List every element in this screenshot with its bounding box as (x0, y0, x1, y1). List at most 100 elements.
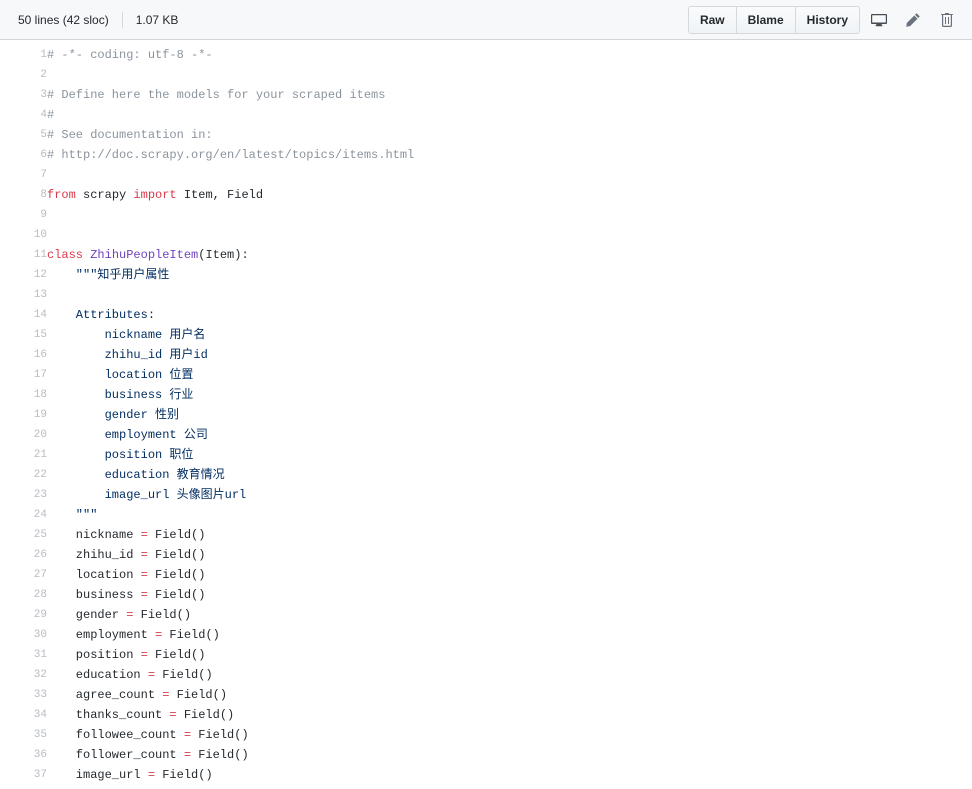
code-line-content[interactable] (47, 285, 972, 305)
line-number[interactable]: 36 (0, 745, 47, 765)
code-line: 30 employment = Field() (0, 625, 972, 645)
line-number[interactable]: 34 (0, 705, 47, 725)
line-number[interactable]: 3 (0, 85, 47, 105)
code-line-content[interactable]: # (47, 105, 972, 125)
line-number[interactable]: 22 (0, 465, 47, 485)
code-line-content[interactable]: gender 性别 (47, 405, 972, 425)
code-line-content[interactable]: # http://doc.scrapy.org/en/latest/topics… (47, 145, 972, 165)
code-line-content[interactable]: location = Field() (47, 565, 972, 585)
code-line-content[interactable]: zhihu_id 用户id (47, 345, 972, 365)
line-number[interactable]: 17 (0, 365, 47, 385)
pencil-icon[interactable] (898, 7, 928, 33)
code-line-content[interactable]: employment = Field() (47, 625, 972, 645)
code-line-content[interactable]: education = Field() (47, 665, 972, 685)
line-number[interactable]: 11 (0, 245, 47, 265)
line-number[interactable]: 20 (0, 425, 47, 445)
code-line-content[interactable]: gender = Field() (47, 605, 972, 625)
code-line-content[interactable]: business 行业 (47, 385, 972, 405)
code-token: = (183, 728, 192, 742)
line-number[interactable]: 6 (0, 145, 47, 165)
line-number[interactable]: 37 (0, 765, 47, 785)
code-token: = (140, 648, 148, 662)
code-line: 27 location = Field() (0, 565, 972, 585)
code-line-content[interactable] (47, 205, 972, 225)
code-line-content[interactable]: Attributes: (47, 305, 972, 325)
code-line-content[interactable]: # Define here the models for your scrape… (47, 85, 972, 105)
code-line: 1 # -*- coding: utf-8 -*- (0, 45, 972, 65)
line-number[interactable]: 28 (0, 585, 47, 605)
code-token: Field() (176, 708, 235, 722)
blame-button[interactable]: Blame (736, 6, 796, 33)
line-number[interactable]: 13 (0, 285, 47, 305)
code-token: = (140, 528, 148, 542)
code-token: = (140, 568, 148, 582)
line-number[interactable]: 35 (0, 725, 47, 745)
code-line-content[interactable] (47, 225, 972, 245)
line-number[interactable]: 2 (0, 65, 47, 85)
code-line-content[interactable]: location 位置 (47, 365, 972, 385)
code-line-content[interactable] (47, 165, 972, 185)
code-line-content[interactable]: agree_count = Field() (47, 685, 972, 705)
line-number[interactable]: 30 (0, 625, 47, 645)
line-number[interactable]: 7 (0, 165, 47, 185)
code-line-content[interactable]: employment 公司 (47, 425, 972, 445)
line-number[interactable]: 26 (0, 545, 47, 565)
code-line-content[interactable]: position 职位 (47, 445, 972, 465)
line-number[interactable]: 10 (0, 225, 47, 245)
code-line-content[interactable]: follower_count = Field() (47, 745, 972, 765)
desktop-icon[interactable] (864, 7, 894, 33)
code-line-content[interactable]: zhihu_id = Field() (47, 545, 972, 565)
code-line-content[interactable]: followee_count = Field() (47, 725, 972, 745)
code-line-content[interactable]: # See documentation in: (47, 125, 972, 145)
code-line-content[interactable] (47, 65, 972, 85)
line-number[interactable]: 24 (0, 505, 47, 525)
code-line-content[interactable]: class ZhihuPeopleItem(Item): (47, 245, 972, 265)
line-number[interactable]: 33 (0, 685, 47, 705)
line-number[interactable]: 29 (0, 605, 47, 625)
code-line: 29 gender = Field() (0, 605, 972, 625)
code-line-content[interactable]: thanks_count = Field() (47, 705, 972, 725)
code-line-content[interactable]: """知乎用户属性 (47, 265, 972, 285)
code-line: 19 gender 性别 (0, 405, 972, 425)
line-number[interactable]: 21 (0, 445, 47, 465)
line-number[interactable]: 5 (0, 125, 47, 145)
code-line-content[interactable]: education 教育情况 (47, 465, 972, 485)
code-line: 34 thanks_count = Field() (0, 705, 972, 725)
code-line: 22 education 教育情况 (0, 465, 972, 485)
file-actions: Raw Blame History (687, 5, 962, 34)
code-line: 18 business 行业 (0, 385, 972, 405)
code-line-content[interactable]: position = Field() (47, 645, 972, 665)
line-number[interactable]: 23 (0, 485, 47, 505)
line-number[interactable]: 15 (0, 325, 47, 345)
code-line-content[interactable]: nickname = Field() (47, 525, 972, 545)
raw-button[interactable]: Raw (688, 6, 737, 33)
code-token: ZhihuPeopleItem (90, 248, 199, 262)
line-number[interactable]: 9 (0, 205, 47, 225)
line-number[interactable]: 8 (0, 185, 47, 205)
history-button[interactable]: History (795, 6, 859, 33)
code-line-content[interactable]: business = Field() (47, 585, 972, 605)
code-line: 37 image_url = Field() (0, 765, 972, 785)
line-number[interactable]: 25 (0, 525, 47, 545)
code-line-content[interactable]: nickname 用户名 (47, 325, 972, 345)
line-number[interactable]: 31 (0, 645, 47, 665)
code-line-content[interactable]: image_url 头像图片url (47, 485, 972, 505)
code-token: location 位置 (47, 368, 194, 382)
code-line-content[interactable]: from scrapy import Item, Field (47, 185, 972, 205)
line-number[interactable]: 19 (0, 405, 47, 425)
line-number[interactable]: 18 (0, 385, 47, 405)
code-line-content[interactable]: image_url = Field() (47, 765, 972, 785)
code-token: Field() (147, 588, 206, 602)
code-line-content[interactable]: # -*- coding: utf-8 -*- (47, 45, 972, 65)
line-number[interactable]: 12 (0, 265, 47, 285)
code-line-content[interactable]: """ (47, 505, 972, 525)
code-token: Field() (155, 668, 213, 682)
line-number[interactable]: 27 (0, 565, 47, 585)
line-number[interactable]: 14 (0, 305, 47, 325)
line-number[interactable]: 4 (0, 105, 47, 125)
trash-icon[interactable] (932, 7, 962, 33)
line-number[interactable]: 1 (0, 45, 47, 65)
line-number[interactable]: 32 (0, 665, 47, 685)
code-token: thanks_count (47, 708, 170, 722)
line-number[interactable]: 16 (0, 345, 47, 365)
